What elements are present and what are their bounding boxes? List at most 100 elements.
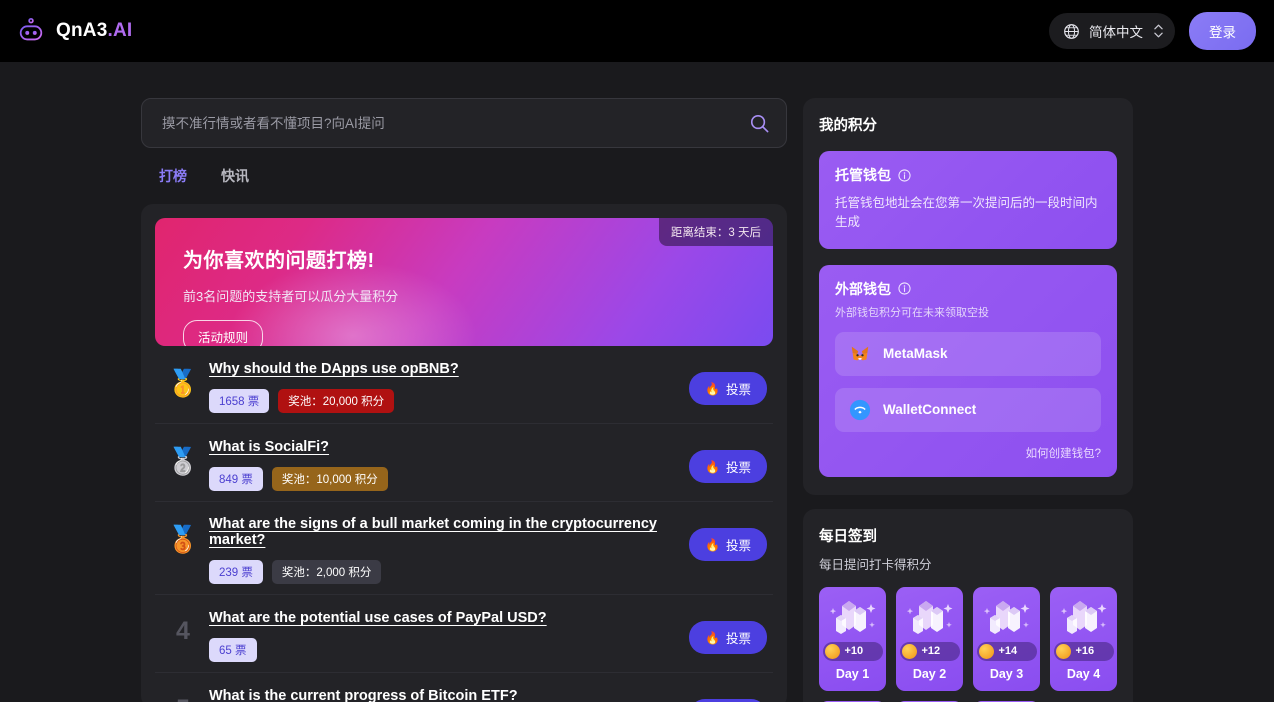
reward-value: +12	[922, 645, 941, 657]
vote-button-label: 投票	[726, 457, 751, 476]
custodial-wallet-name: 托管钱包	[835, 165, 891, 185]
day-label: Day 1	[836, 667, 869, 681]
checkin-title: 每日签到	[819, 525, 1117, 546]
prize-pool-badge: 奖池：2,000 积分	[272, 560, 381, 584]
table-row: 🥇 Why should the DApps use opBNB? 1658 票…	[155, 346, 773, 424]
gem-icon	[981, 595, 1033, 639]
fire-icon: 🔥	[705, 631, 720, 645]
vote-button[interactable]: 🔥 投票	[689, 621, 767, 654]
bronze-medal-icon: 🥉	[167, 526, 199, 552]
vote-button-label: 投票	[726, 535, 751, 554]
vote-button[interactable]: 🔥 投票	[689, 528, 767, 561]
question-title-link[interactable]: What is the current progress of Bitcoin …	[209, 688, 518, 702]
info-icon[interactable]	[898, 282, 911, 295]
vote-button[interactable]: 🔥 投票	[689, 372, 767, 405]
external-wallet-name: 外部钱包	[835, 279, 891, 299]
coin-icon	[825, 644, 840, 659]
question-body: What is the current progress of Bitcoin …	[203, 687, 689, 702]
reward-value: +16	[1076, 645, 1095, 657]
brand-title-prefix: QnA3	[56, 20, 107, 41]
brand-title: QnA3.AI	[56, 20, 132, 42]
vote-button-label: 投票	[726, 379, 751, 398]
rank-badge: 4	[163, 609, 203, 644]
activity-rules-button[interactable]: 活动规则	[183, 320, 263, 346]
reward-badge: +16	[1054, 642, 1114, 661]
reward-badge: +12	[900, 642, 960, 661]
info-icon[interactable]	[898, 169, 911, 182]
wallet-option-label: WalletConnect	[883, 402, 976, 417]
question-meta: 849 票 奖池：10,000 积分	[209, 467, 689, 491]
walletconnect-icon	[849, 399, 871, 421]
checkin-day-grid: +10 Day 1 +12 Day 2	[819, 587, 1117, 702]
wallet-option-metamask[interactable]: MetaMask	[835, 332, 1101, 376]
main-column: 打榜 快讯 距离结束：3 天后 为你喜欢的问题打榜! 前3名问题的支持者可以瓜分…	[141, 98, 787, 702]
question-body: What is SocialFi? 849 票 奖池：10,000 积分	[203, 438, 689, 491]
tab-ranking[interactable]: 打榜	[159, 166, 187, 190]
custodial-wallet-card: 托管钱包 托管钱包地址会在您第一次提问后的一段时间内生成	[819, 151, 1117, 249]
question-title-link[interactable]: What are the signs of a bull market comi…	[209, 516, 689, 548]
brand[interactable]: QnA3.AI	[16, 16, 132, 46]
create-wallet-link[interactable]: 如何创建钱包?	[835, 445, 1101, 461]
points-panel: 我的积分 托管钱包 托管钱包地址会在您第一次提问后的一段时间内生成 外部钱包	[803, 98, 1133, 495]
question-meta: 65 票	[209, 638, 689, 662]
ranking-panel: 距离结束：3 天后 为你喜欢的问题打榜! 前3名问题的支持者可以瓜分大量积分 活…	[141, 204, 787, 702]
brand-title-suffix: .AI	[107, 20, 132, 41]
wallet-option-walletconnect[interactable]: WalletConnect	[835, 388, 1101, 432]
question-title-link[interactable]: What are the potential use cases of PayP…	[209, 610, 547, 626]
daily-checkin-panel: 每日签到 每日提问打卡得积分 +10 Day 1	[803, 509, 1133, 702]
language-selector[interactable]: 简体中文	[1049, 13, 1175, 49]
question-title-link[interactable]: Why should the DApps use opBNB?	[209, 361, 459, 377]
question-body: What are the signs of a bull market comi…	[203, 516, 689, 584]
table-row: 🥉 What are the signs of a bull market co…	[155, 502, 773, 595]
fire-icon: 🔥	[705, 538, 720, 552]
question-meta: 239 票 奖池：2,000 积分	[209, 560, 689, 584]
checkin-subtitle: 每日提问打卡得积分	[819, 554, 1117, 573]
checkin-day-card[interactable]: +16 Day 4	[1050, 587, 1117, 691]
gold-medal-icon: 🥇	[167, 370, 199, 396]
prize-pool-badge: 奖池：20,000 积分	[278, 389, 394, 413]
day-label: Day 3	[990, 667, 1023, 681]
login-button[interactable]: 登录	[1189, 12, 1256, 50]
search-icon[interactable]	[749, 113, 770, 134]
search-bar[interactable]	[141, 98, 787, 148]
votes-badge: 1658 票	[209, 389, 269, 413]
votes-badge: 65 票	[209, 638, 257, 662]
table-row: 4 What are the potential use cases of Pa…	[155, 595, 773, 673]
app-header: QnA3.AI 简体中文 登录	[0, 0, 1274, 62]
checkin-day-card[interactable]: +12 Day 2	[896, 587, 963, 691]
silver-medal-icon: 🥈	[167, 448, 199, 474]
prize-pool-badge: 奖池：10,000 积分	[272, 467, 388, 491]
external-wallet-card: 外部钱包 外部钱包积分可在未来领取空投	[819, 265, 1117, 477]
day-label: Day 2	[913, 667, 946, 681]
search-input[interactable]	[162, 116, 749, 131]
external-wallet-subtitle: 外部钱包积分可在未来领取空投	[835, 304, 1101, 320]
coin-icon	[979, 644, 994, 659]
reward-value: +10	[845, 645, 864, 657]
votes-badge: 239 票	[209, 560, 263, 584]
question-body: What are the potential use cases of PayP…	[203, 609, 689, 662]
robot-icon	[16, 16, 46, 46]
vote-button[interactable]: 🔥 投票	[689, 450, 767, 483]
tab-news[interactable]: 快讯	[221, 166, 249, 190]
custodial-wallet-header: 托管钱包	[835, 165, 1101, 185]
vote-button-label: 投票	[726, 628, 751, 647]
rank-badge: 🥈	[163, 438, 203, 474]
coin-icon	[1056, 644, 1071, 659]
language-label: 简体中文	[1089, 21, 1143, 41]
gem-icon	[1058, 595, 1110, 639]
checkin-day-card[interactable]: +10 Day 1	[819, 587, 886, 691]
ranking-list: 🥇 Why should the DApps use opBNB? 1658 票…	[155, 346, 773, 702]
rank-number: 5	[176, 697, 190, 702]
fire-icon: 🔥	[705, 382, 720, 396]
gem-icon	[904, 595, 956, 639]
question-title-link[interactable]: What is SocialFi?	[209, 439, 329, 455]
fire-icon: 🔥	[705, 460, 720, 474]
external-wallet-header: 外部钱包	[835, 279, 1101, 299]
rank-badge: 🥉	[163, 516, 203, 552]
tab-bar: 打榜 快讯	[141, 148, 787, 190]
question-body: Why should the DApps use opBNB? 1658 票 奖…	[203, 360, 689, 413]
banner-title: 为你喜欢的问题打榜!	[183, 244, 773, 273]
countdown-badge: 距离结束：3 天后	[659, 218, 773, 246]
gem-icon	[827, 595, 879, 639]
checkin-day-card[interactable]: +14 Day 3	[973, 587, 1040, 691]
